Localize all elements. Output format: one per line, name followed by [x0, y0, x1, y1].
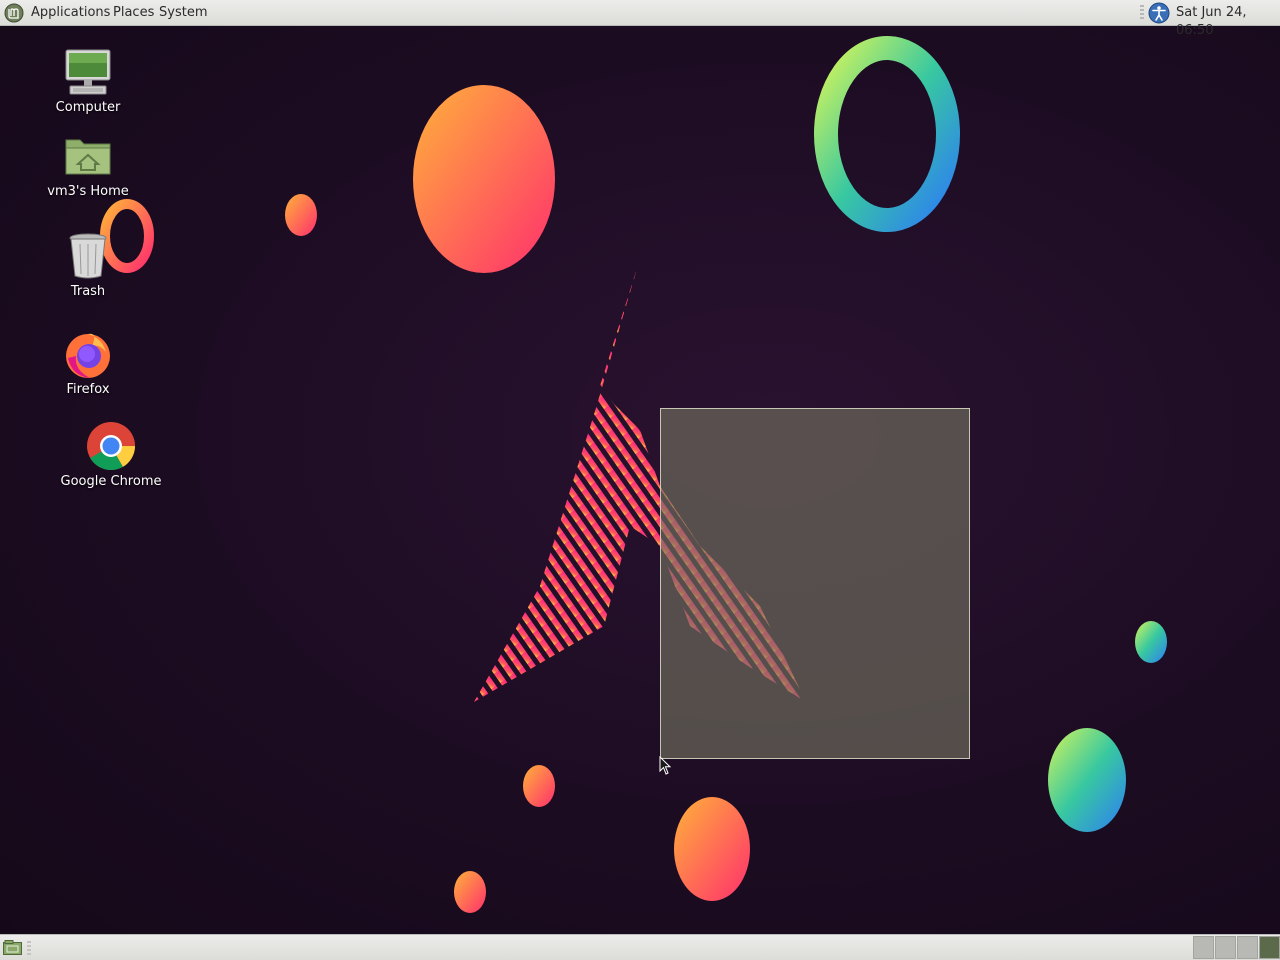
- panel-drag-handle[interactable]: [27, 941, 31, 955]
- home-folder-icon: [65, 139, 111, 175]
- mint-menu-icon[interactable]: [4, 3, 24, 23]
- wallpaper: [100, 36, 1167, 913]
- desktop-icon-firefox[interactable]: Firefox: [33, 328, 143, 397]
- trash-icon: [69, 233, 107, 279]
- clock[interactable]: Sat Jun 24, 06:50: [1176, 4, 1280, 40]
- orange-oval: [413, 85, 555, 273]
- desktop[interactable]: Computer vm3's Home Trash Firefox Google…: [0, 26, 1280, 934]
- show-desktop-icon[interactable]: [3, 940, 22, 955]
- menu-system[interactable]: System: [159, 4, 207, 22]
- desktop-icon-computer[interactable]: Computer: [33, 46, 143, 115]
- orange-dot: [454, 871, 486, 913]
- workspace-4[interactable]: [1259, 936, 1280, 959]
- orange-dot: [523, 765, 555, 807]
- top-panel: Applications Places System Sat Jun 24, 0…: [0, 0, 1280, 38]
- gradient-ring: [814, 36, 960, 232]
- computer-icon: [65, 49, 111, 95]
- menu-places[interactable]: Places: [113, 4, 154, 22]
- firefox-icon: [66, 333, 110, 378]
- orange-dot: [285, 194, 317, 236]
- menu-applications[interactable]: Applications: [31, 4, 110, 22]
- blue-dot: [1135, 621, 1167, 663]
- desktop-icon-chrome[interactable]: Google Chrome: [56, 420, 166, 489]
- desktop-icon-label: Google Chrome: [60, 474, 162, 489]
- workspace-2[interactable]: [1215, 936, 1236, 959]
- chrome-icon: [87, 422, 135, 471]
- desktop-icon-label: Firefox: [66, 382, 110, 397]
- desktop-icon-home[interactable]: vm3's Home: [33, 130, 143, 199]
- workspace-3[interactable]: [1237, 936, 1258, 959]
- desktop-icon-label: vm3's Home: [47, 184, 129, 199]
- desktop-icon-label: Computer: [55, 100, 121, 115]
- panel-drag-handle[interactable]: [1140, 5, 1144, 21]
- desktop-icon-trash[interactable]: Trash: [33, 230, 143, 299]
- workspace-1[interactable]: [1193, 936, 1214, 959]
- blue-oval: [1048, 728, 1126, 832]
- orange-oval: [674, 797, 750, 901]
- mouse-cursor-icon: [659, 756, 672, 775]
- rubber-band-selection: [660, 408, 970, 759]
- bottom-panel: [0, 934, 1280, 960]
- desktop-icon-label: Trash: [70, 284, 106, 299]
- accessibility-icon[interactable]: [1148, 2, 1170, 24]
